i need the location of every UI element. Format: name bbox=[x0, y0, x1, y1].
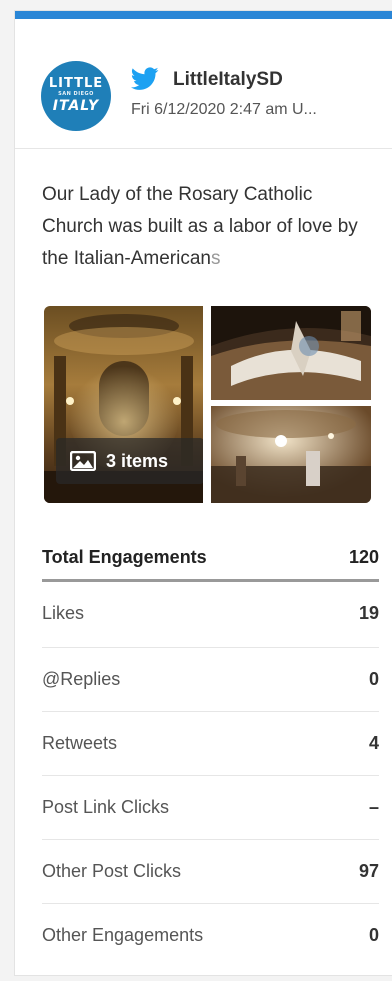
metric-value: 0 bbox=[368, 925, 379, 945]
metric-value: – bbox=[368, 797, 379, 817]
metric-label: Post Link Clicks bbox=[42, 797, 170, 817]
metric-row-other-post-clicks: Other Post Clicks 97 bbox=[42, 840, 379, 904]
metric-value: 0 bbox=[368, 669, 379, 689]
metric-value: 120 bbox=[348, 547, 379, 567]
metric-value: 97 bbox=[358, 861, 379, 881]
image-icon bbox=[70, 451, 96, 471]
post-card[interactable]: LITTLE SAN DIEGO ITALY LittleItalySD Fri… bbox=[14, 10, 392, 976]
metric-row-replies: @Replies 0 bbox=[42, 648, 379, 712]
card-accent-bar bbox=[15, 11, 392, 19]
post-text-main: Our Lady of the Rosary Catholic Church w… bbox=[42, 184, 358, 269]
nave-picture bbox=[211, 406, 371, 503]
metric-row-post-link-clicks: Post Link Clicks – bbox=[42, 776, 379, 840]
metric-row-other-engagements: Other Engagements 0 bbox=[42, 904, 379, 968]
metric-row-likes: Likes 19 bbox=[42, 582, 379, 648]
church-interior-image[interactable]: 3 items bbox=[44, 306, 203, 503]
metrics-table: Total Engagements 120 Likes 19 @Replies … bbox=[42, 525, 379, 968]
ceiling-picture bbox=[211, 306, 371, 400]
metric-row-total-engagements: Total Engagements 120 bbox=[42, 525, 379, 582]
metric-label: Likes bbox=[42, 603, 85, 623]
avatar-text-line1: LITTLE bbox=[48, 76, 104, 91]
ceiling-image[interactable] bbox=[211, 306, 371, 400]
post-timestamp: Fri 6/12/2020 2:47 am U... bbox=[131, 101, 317, 118]
avatar-text-line2: SAN DIEGO bbox=[58, 91, 94, 97]
metric-label: Retweets bbox=[42, 733, 118, 753]
metric-label: @Replies bbox=[42, 669, 121, 689]
nave-image[interactable] bbox=[211, 406, 371, 503]
post-header: LITTLE SAN DIEGO ITALY LittleItalySD Fri… bbox=[15, 19, 392, 149]
twitter-icon bbox=[131, 67, 159, 90]
items-count: 3 items bbox=[106, 450, 169, 471]
metric-value: 4 bbox=[368, 733, 379, 753]
avatar-text-line3: ITALY bbox=[52, 98, 100, 114]
metric-row-retweets: Retweets 4 bbox=[42, 712, 379, 776]
post-text: Our Lady of the Rosary Catholic Church w… bbox=[42, 179, 377, 275]
metric-value: 19 bbox=[358, 603, 379, 623]
metric-label: Other Post Clicks bbox=[42, 861, 182, 881]
metric-label: Total Engagements bbox=[42, 547, 207, 567]
media-gallery[interactable]: 3 items bbox=[44, 306, 371, 503]
avatar[interactable]: LITTLE SAN DIEGO ITALY bbox=[41, 61, 111, 131]
metric-label: Other Engagements bbox=[42, 925, 204, 945]
post-text-fade: s bbox=[210, 248, 221, 269]
items-badge: 3 items bbox=[56, 438, 203, 484]
account-name[interactable]: LittleItalySD bbox=[173, 69, 283, 91]
